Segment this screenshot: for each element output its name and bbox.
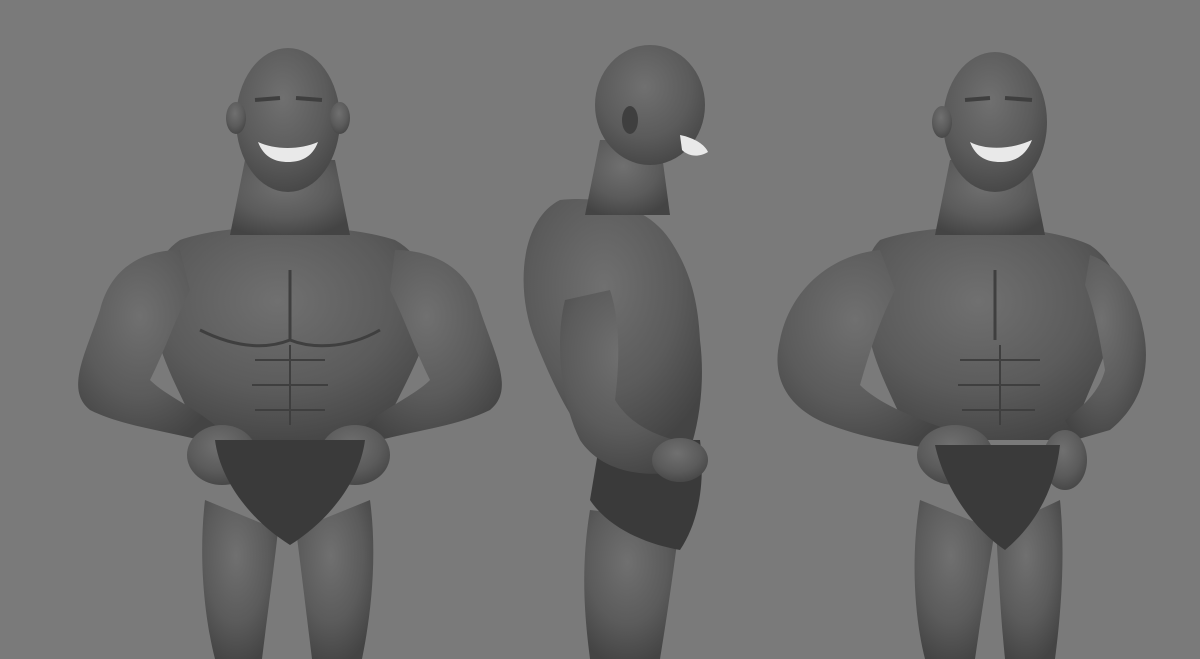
sculpt-turnaround-canvas <box>0 0 1200 659</box>
front-left-ear <box>226 102 246 134</box>
front-right-ear <box>330 102 350 134</box>
tq-head <box>943 52 1047 192</box>
front-head <box>236 48 340 192</box>
side-ear <box>622 106 638 134</box>
tq-ear <box>932 106 952 138</box>
side-hand <box>652 438 708 482</box>
render-viewport <box>0 0 1200 659</box>
